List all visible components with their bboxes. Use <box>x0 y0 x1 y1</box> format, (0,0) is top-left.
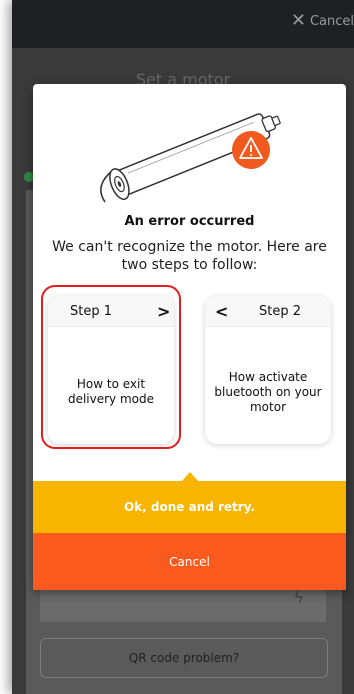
retry-button[interactable]: Ok, done and retry. <box>33 481 346 533</box>
cancel-top-label: Cancel <box>309 13 354 29</box>
close-icon: ✕ <box>290 10 306 31</box>
chevron-left-icon[interactable]: < <box>215 302 228 321</box>
motor-illustration <box>100 113 281 203</box>
qr-code-problem-button[interactable]: QR code problem? <box>40 638 328 678</box>
bolt-icon: ϟ <box>293 588 304 607</box>
step-2-text: How activate bluetooth on your motor <box>214 369 322 414</box>
error-dialog: An error occurred We can't recognize the… <box>33 84 346 590</box>
error-message: We can't recognize the motor. Here are t… <box>52 239 327 273</box>
step-2-label: Step 2 <box>259 304 302 319</box>
top-bar: ✕ Cancel <box>12 0 354 48</box>
warning-icon <box>232 131 270 169</box>
step-2-card[interactable]: < Step 2 How activate bluetooth on your … <box>205 296 331 444</box>
cancel-top-button[interactable]: ✕ Cancel <box>290 10 354 31</box>
step-1-highlight <box>41 285 181 449</box>
cancel-button[interactable]: Cancel <box>33 533 346 590</box>
step-2-header: < Step 2 <box>205 296 331 327</box>
error-title: An error occurred <box>124 214 255 229</box>
